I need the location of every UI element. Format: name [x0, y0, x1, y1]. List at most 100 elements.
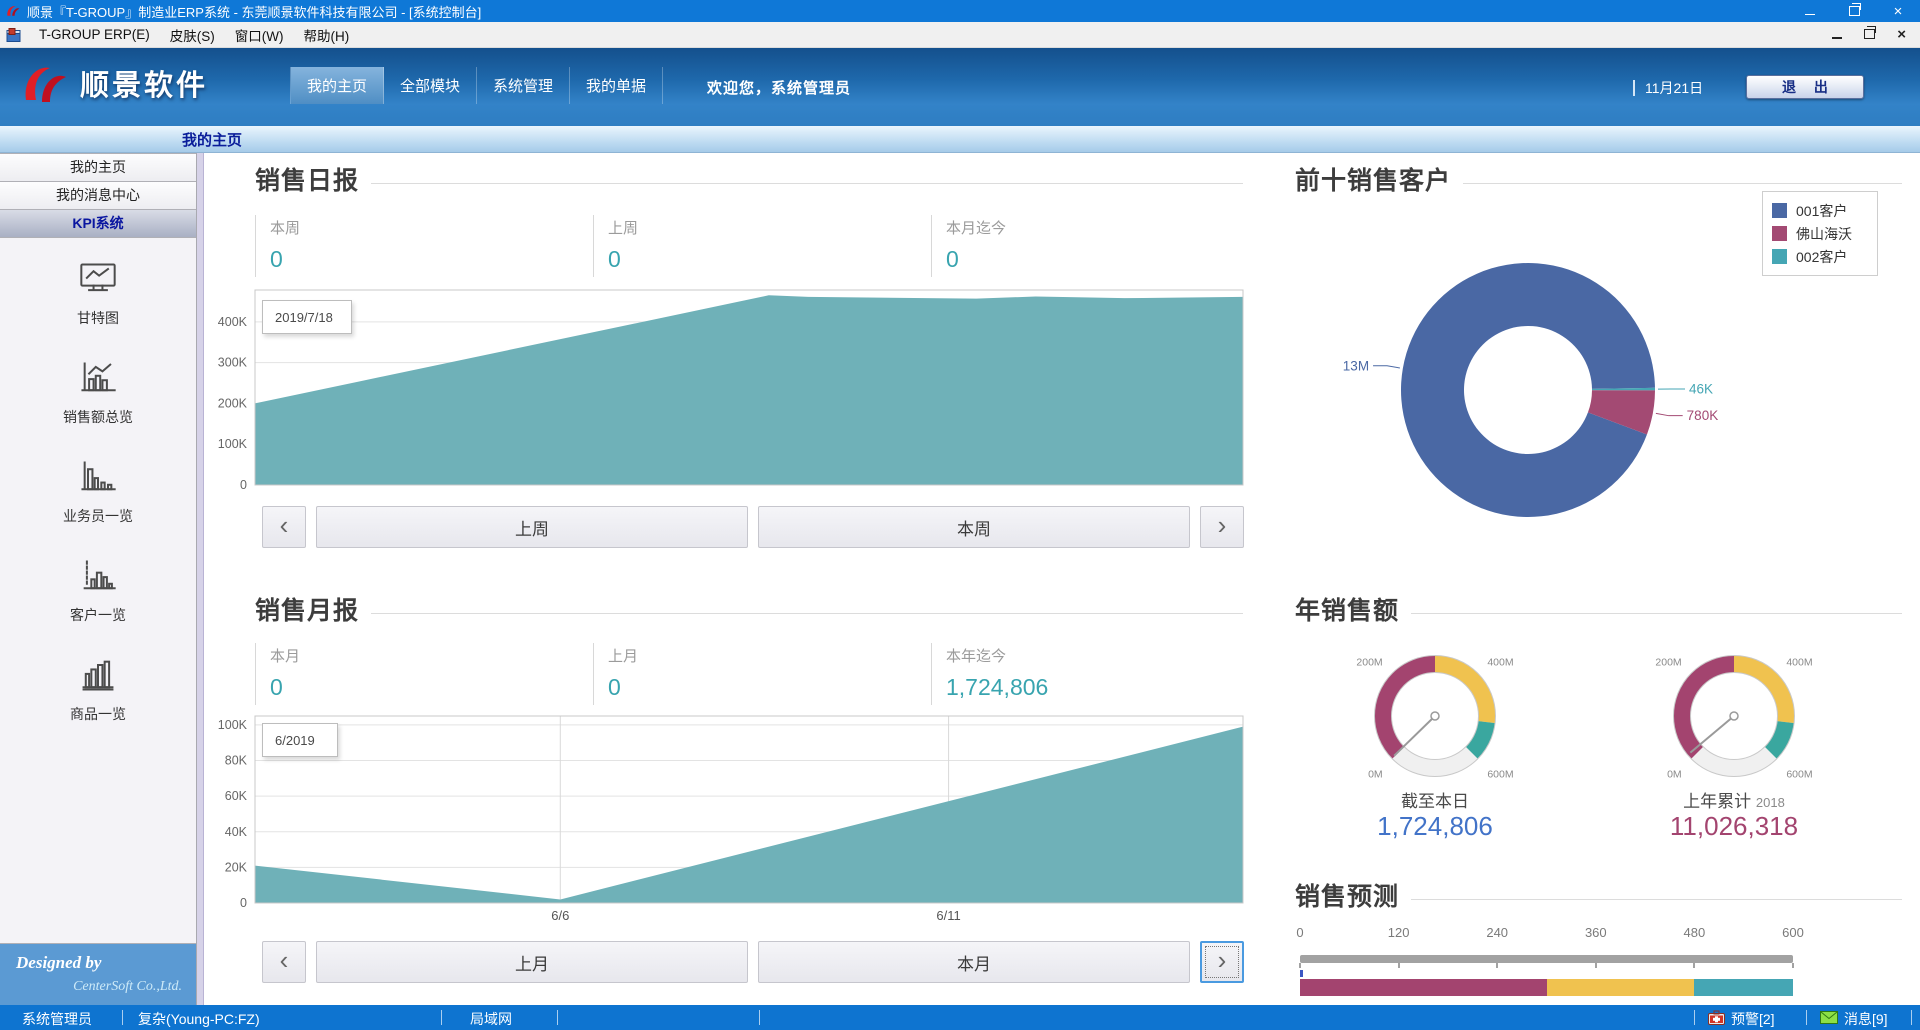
forecast-axis-tick	[1496, 963, 1498, 968]
sales-forecast-header: 销售预测	[1295, 877, 1902, 913]
customer-list-icon	[78, 559, 118, 598]
monthly-last-month-button[interactable]: 上月	[316, 941, 748, 983]
daily-next-arrow-button[interactable]: ›	[1200, 506, 1244, 548]
designed-by-panel: Designed by CenterSoft Co.,Ltd.	[0, 943, 196, 1005]
sidebar-scrollbar[interactable]	[197, 153, 204, 1005]
brand-name: 顺景软件	[80, 62, 208, 104]
forecast-axis-label: 480	[1684, 925, 1706, 940]
legend-item[interactable]: 001客户	[1772, 199, 1868, 222]
sidebar-item-message-center[interactable]: 我的消息中心	[0, 182, 196, 210]
svg-text:13M: 13M	[1343, 358, 1369, 373]
svg-text:200M: 200M	[1356, 657, 1382, 669]
forecast-value-marker	[1300, 970, 1303, 977]
forecast-axis-label: 120	[1388, 925, 1410, 940]
tab-my-homepage[interactable]: 我的主页	[291, 67, 384, 104]
status-divider	[1806, 1010, 1807, 1025]
daily-chart-tooltip: 2019/7/18	[262, 300, 352, 334]
window-restore-button[interactable]	[1832, 0, 1876, 22]
status-network: 局域网	[470, 1009, 512, 1029]
svg-text:6/6: 6/6	[551, 908, 569, 923]
svg-text:80K: 80K	[225, 754, 248, 768]
menu-item-window[interactable]: 窗口(W)	[225, 22, 294, 47]
svg-text:60K: 60K	[225, 789, 248, 803]
sidebar-tool-customer-list[interactable]: 客户一览	[70, 559, 126, 625]
sidebar-tool-gantt[interactable]: 甘特图	[77, 262, 119, 328]
forecast-axis-tick	[1299, 963, 1301, 968]
daily-prev-arrow-button[interactable]: ‹	[262, 506, 306, 548]
status-message[interactable]: 消息[9]	[1820, 1009, 1888, 1029]
daily-stats-row: 本周 0 上周 0 本月迄今 0	[255, 215, 1269, 277]
stat-month-to-date: 本月迄今 0	[931, 215, 1269, 277]
forecast-axis-tick	[1693, 963, 1695, 968]
sales-overview-icon	[78, 361, 118, 400]
mdi-close-button[interactable]: ×	[1897, 26, 1906, 43]
svg-text:100K: 100K	[218, 718, 248, 732]
dashboard-main: 销售日报 本周 0 上周 0 本月迄今 0 0100K200K300K400K …	[204, 153, 1920, 1005]
daily-this-week-button[interactable]: 本周	[758, 506, 1190, 548]
gantt-chart-icon	[78, 262, 118, 301]
monthly-this-month-button[interactable]: 本月	[758, 941, 1190, 983]
sidebar-tool-product-list[interactable]: 商品一览	[70, 658, 126, 724]
window-close-button[interactable]: ×	[1876, 0, 1920, 22]
header-tab-bar: 我的主页 全部模块 系统管理 我的单据	[290, 67, 663, 104]
sidebar-tools: 甘特图 销售额总览 业务员一览 客户一览	[0, 238, 196, 724]
sidebar-item-kpi-system[interactable]: KPI系统	[0, 210, 196, 238]
svg-text:0M: 0M	[1368, 768, 1383, 780]
legend-swatch	[1772, 203, 1787, 218]
svg-text:780K: 780K	[1687, 408, 1719, 423]
menu-item-help[interactable]: 帮助(H)	[294, 22, 360, 47]
gauge-value-ytd: 1,724,806	[1315, 811, 1555, 842]
company-name: CenterSoft Co.,Ltd.	[0, 979, 182, 995]
svg-text:200K: 200K	[218, 396, 248, 410]
monthly-next-arrow-button[interactable]: ›	[1200, 941, 1244, 983]
sidebar-item-my-homepage[interactable]: 我的主页	[0, 153, 196, 182]
sidebar-tool-sales-overview[interactable]: 销售额总览	[63, 361, 133, 427]
mdi-restore-button[interactable]	[1864, 27, 1875, 42]
gauge-caption-ytd: 截至本日	[1335, 787, 1535, 812]
tab-system-management[interactable]: 系统管理	[477, 67, 570, 104]
tab-all-modules[interactable]: 全部模块	[384, 67, 477, 104]
monthly-sales-chart: 020K40K60K80K100K6/66/11 6/2019	[204, 714, 1250, 932]
legend-item[interactable]: 002客户	[1772, 245, 1868, 268]
app-logo-icon	[5, 3, 21, 19]
date-divider	[1633, 80, 1635, 96]
monthly-prev-arrow-button[interactable]: ‹	[262, 941, 306, 983]
sidebar-tool-salesman-list[interactable]: 业务员一览	[63, 460, 133, 526]
daily-area-chart-svg: 0100K200K300K400K	[204, 288, 1250, 490]
product-list-icon	[78, 658, 118, 697]
monthly-nav-buttons: ‹ 上月 本月 ›	[262, 941, 1244, 983]
stat-last-month: 上月 0	[593, 643, 931, 705]
menu-item-tgroup-erp[interactable]: T-GROUP ERP(E)	[29, 22, 160, 47]
svg-text:400K: 400K	[218, 315, 248, 329]
daily-last-week-button[interactable]: 上周	[316, 506, 748, 548]
menu-item-skin[interactable]: 皮肤(S)	[160, 22, 225, 47]
forecast-bar-segment	[1694, 979, 1793, 996]
daily-report-header: 销售日报	[255, 161, 1243, 197]
logout-button[interactable]: 退 出	[1746, 75, 1864, 99]
svg-text:400M: 400M	[1487, 657, 1513, 669]
forecast-ruler	[1300, 955, 1793, 963]
window-minimize-button[interactable]	[1788, 0, 1832, 22]
window-titlebar: 顺景『T-GROUP』制造业ERP系统 - 东莞顺景软件科技有限公司 - [系统…	[0, 0, 1920, 22]
section-rule	[1411, 899, 1902, 900]
active-page-title: 我的主页	[182, 129, 242, 150]
svg-text:0M: 0M	[1667, 768, 1682, 780]
svg-text:400M: 400M	[1786, 657, 1812, 669]
tab-my-documents[interactable]: 我的单据	[570, 67, 663, 104]
forecast-axis-tick	[1595, 963, 1597, 968]
legend-swatch	[1772, 249, 1787, 264]
gauge-caption-last-year: 上年累计 2018	[1634, 787, 1834, 812]
legend-item[interactable]: 佛山海沃	[1772, 222, 1868, 245]
designed-by-text: Designed by	[16, 953, 196, 973]
erp-application-window: 顺景『T-GROUP』制造业ERP系统 - 东莞顺景软件科技有限公司 - [系统…	[0, 0, 1920, 1030]
forecast-axis-label: 240	[1486, 925, 1508, 940]
left-sidebar: 我的主页 我的消息中心 KPI系统 甘特图 销售额总览 业务员一	[0, 153, 197, 1005]
mdi-minimize-button[interactable]	[1832, 27, 1842, 42]
svg-text:6/11: 6/11	[936, 908, 960, 923]
forecast-axis-tick	[1792, 963, 1794, 968]
status-alert[interactable]: 预警[2]	[1708, 1009, 1775, 1029]
section-rule	[371, 613, 1243, 614]
sidebar-nav: 我的主页 我的消息中心 KPI系统	[0, 153, 196, 238]
welcome-message: 欢迎您，系统管理员	[707, 77, 851, 98]
svg-text:46K: 46K	[1689, 381, 1713, 396]
